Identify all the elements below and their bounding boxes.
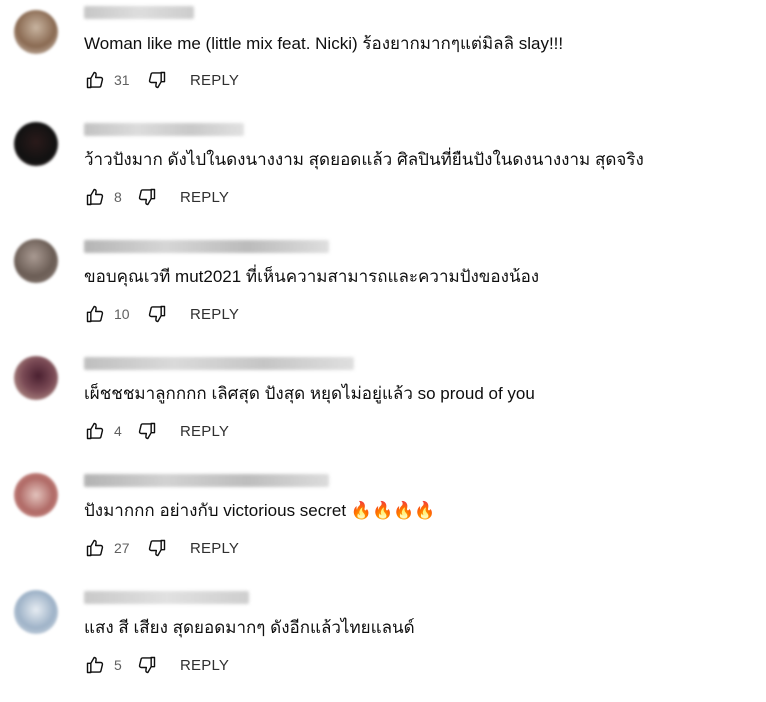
comment-actions: 27 REPLY bbox=[84, 534, 239, 562]
thumbs-up-icon bbox=[86, 188, 104, 206]
like-count: 27 bbox=[114, 540, 130, 556]
like-button[interactable] bbox=[84, 537, 106, 559]
comment-actions: 10 REPLY bbox=[84, 300, 239, 328]
avatar[interactable] bbox=[14, 356, 58, 400]
reply-button[interactable]: REPLY bbox=[180, 657, 229, 674]
comment-thread: Woman like me (little mix feat. Nicki) ร… bbox=[0, 0, 766, 117]
comment-thread: ปังมากกก อย่างกับ victorious secret 🔥🔥🔥🔥… bbox=[0, 468, 766, 585]
dislike-button[interactable] bbox=[136, 654, 158, 676]
comment-thread: ขอบคุณเวที mut2021 ที่เห็นความสามารถและค… bbox=[0, 234, 766, 351]
dislike-button[interactable] bbox=[146, 69, 168, 91]
author-name[interactable] bbox=[84, 357, 354, 370]
like-count: 10 bbox=[114, 306, 130, 322]
reply-button[interactable]: REPLY bbox=[180, 423, 229, 440]
thumbs-up-icon bbox=[86, 71, 104, 89]
comment-text: Woman like me (little mix feat. Nicki) ร… bbox=[84, 34, 564, 53]
comment-text: เผ็ชชชมาลูกกกก เลิศสุด ปังสุด หยุดไม่อยู… bbox=[84, 384, 535, 403]
author-name[interactable] bbox=[84, 591, 249, 604]
avatar[interactable] bbox=[14, 473, 58, 517]
comment-thread: เผ็ชชชมาลูกกกก เลิศสุด ปังสุด หยุดไม่อยู… bbox=[0, 351, 766, 468]
thumbs-down-icon bbox=[138, 656, 156, 674]
thumbs-up-icon bbox=[86, 539, 104, 557]
comment-actions: 5 REPLY bbox=[84, 651, 229, 679]
like-button[interactable] bbox=[84, 69, 106, 91]
thumbs-down-icon bbox=[138, 422, 156, 440]
comment-thread: ว้าวปังมาก ดังไปในดงนางงาม สุดยอดแล้ว ศิ… bbox=[0, 117, 766, 234]
like-button[interactable] bbox=[84, 186, 106, 208]
author-name[interactable] bbox=[84, 123, 244, 136]
author-name[interactable] bbox=[84, 240, 329, 253]
like-count: 4 bbox=[114, 423, 122, 439]
like-count: 31 bbox=[114, 72, 130, 88]
avatar[interactable] bbox=[14, 590, 58, 634]
reply-button[interactable]: REPLY bbox=[190, 72, 239, 89]
avatar[interactable] bbox=[14, 10, 58, 54]
dislike-button[interactable] bbox=[146, 537, 168, 559]
avatar[interactable] bbox=[14, 122, 58, 166]
author-name[interactable] bbox=[84, 474, 329, 487]
comment-text: ปังมากกก อย่างกับ victorious secret 🔥🔥🔥🔥 bbox=[84, 501, 436, 520]
like-button[interactable] bbox=[84, 420, 106, 442]
author-name[interactable] bbox=[84, 6, 194, 19]
dislike-button[interactable] bbox=[136, 420, 158, 442]
dislike-button[interactable] bbox=[136, 186, 158, 208]
comment-actions: 31 REPLY bbox=[84, 66, 239, 94]
thumbs-up-icon bbox=[86, 305, 104, 323]
like-button[interactable] bbox=[84, 654, 106, 676]
thumbs-down-icon bbox=[148, 539, 166, 557]
reply-button[interactable]: REPLY bbox=[180, 189, 229, 206]
comment-text: ว้าวปังมาก ดังไปในดงนางงาม สุดยอดแล้ว ศิ… bbox=[84, 150, 644, 169]
like-button[interactable] bbox=[84, 303, 106, 325]
dislike-button[interactable] bbox=[146, 303, 168, 325]
reply-button[interactable]: REPLY bbox=[190, 540, 239, 557]
comment-actions: 8 REPLY bbox=[84, 183, 229, 211]
thumbs-down-icon bbox=[148, 71, 166, 89]
comment-text: ขอบคุณเวที mut2021 ที่เห็นความสามารถและค… bbox=[84, 267, 540, 286]
like-count: 5 bbox=[114, 657, 122, 673]
comment-text: แสง สี เสียง สุดยอดมากๆ ดังอีกแล้วไทยแลน… bbox=[84, 618, 415, 637]
thumbs-up-icon bbox=[86, 656, 104, 674]
reply-button[interactable]: REPLY bbox=[190, 306, 239, 323]
comment-actions: 4 REPLY bbox=[84, 417, 229, 445]
like-count: 8 bbox=[114, 189, 122, 205]
thumbs-down-icon bbox=[148, 305, 166, 323]
thumbs-down-icon bbox=[138, 188, 156, 206]
avatar[interactable] bbox=[14, 239, 58, 283]
comment-thread: แสง สี เสียง สุดยอดมากๆ ดังอีกแล้วไทยแลน… bbox=[0, 585, 766, 702]
thumbs-up-icon bbox=[86, 422, 104, 440]
